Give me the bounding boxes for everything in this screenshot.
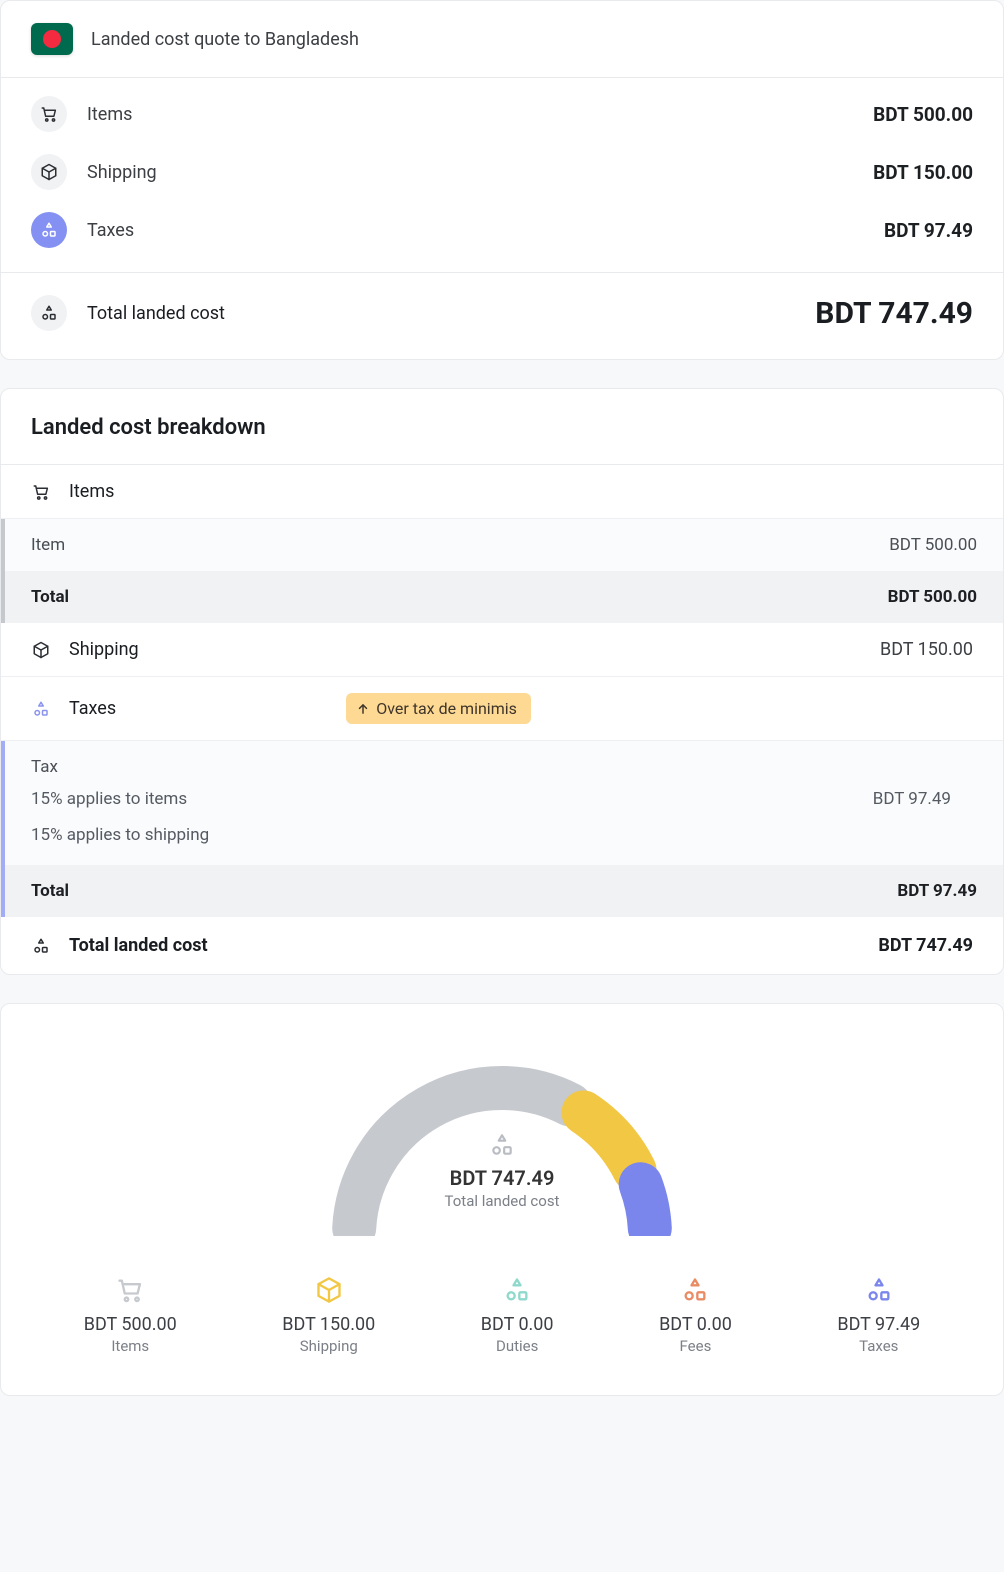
- taxes-total-label: Total: [31, 881, 69, 901]
- tax-line-label: 15% applies to items: [31, 789, 187, 809]
- breakdown-section-items: Items: [1, 465, 1003, 519]
- tax-lines: 15% applies to items BDT 97.49 15% appli…: [5, 781, 1003, 865]
- legend-icon: [315, 1276, 343, 1304]
- items-total-row: Total BDT 500.00: [5, 571, 1003, 623]
- breakdown-title: Landed cost breakdown: [1, 389, 1003, 465]
- gauge-card: BDT 747.49 Total landed cost BDT 500.00 I…: [0, 1003, 1004, 1396]
- summary-value: BDT 150.00: [873, 161, 973, 184]
- item-label: Item: [31, 535, 65, 555]
- legend-label: Fees: [659, 1337, 732, 1355]
- legend-icon: [116, 1276, 144, 1304]
- flag-bangladesh-icon: [31, 23, 73, 55]
- cart-icon: [31, 96, 67, 132]
- arrow-up-icon: [356, 702, 370, 716]
- gauge-legend: BDT 500.00 Items BDT 150.00 Shipping BDT 0.0…: [31, 1276, 973, 1355]
- summary-label: Shipping: [87, 162, 157, 183]
- shapes-icon: [31, 295, 67, 331]
- summary-row-shipping: Shipping BDT 150.00: [31, 154, 973, 190]
- legend-icon: [865, 1276, 893, 1304]
- legend-icon: [503, 1276, 531, 1304]
- legend-icon: [681, 1276, 709, 1304]
- taxes-total-row: Total BDT 97.49: [5, 865, 1003, 917]
- legend-label: Shipping: [282, 1337, 375, 1355]
- breakdown-total-label: Total landed cost: [69, 935, 208, 956]
- legend-value: BDT 0.00: [481, 1314, 554, 1335]
- tax-line-value: BDT 97.49: [873, 789, 977, 809]
- breakdown-total-row: Total landed cost BDT 747.49: [1, 917, 1003, 974]
- over-de-minimis-badge: Over tax de minimis: [346, 693, 531, 724]
- tax-head-row: Tax: [5, 741, 1003, 781]
- gauge-center: BDT 747.49 Total landed cost: [302, 1132, 702, 1210]
- legend-value: BDT 150.00: [282, 1314, 375, 1335]
- summary-header: Landed cost quote to Bangladesh: [1, 1, 1003, 78]
- summary-title: Landed cost quote to Bangladesh: [91, 29, 359, 50]
- legend-value: BDT 0.00: [659, 1314, 732, 1335]
- item-detail-row: Item BDT 500.00: [5, 519, 1003, 571]
- badge-text: Over tax de minimis: [376, 699, 517, 718]
- tax-head-label: Tax: [31, 757, 58, 777]
- item-total-label: Total: [31, 587, 69, 607]
- cart-icon: [31, 482, 51, 502]
- breakdown-section-taxes: Taxes Over tax de minimis: [1, 677, 1003, 741]
- summary-row-taxes: Taxes BDT 97.49: [31, 212, 973, 248]
- gauge-chart: BDT 747.49 Total landed cost: [302, 1036, 702, 1236]
- shipping-value: BDT 150.00: [880, 639, 973, 660]
- legend-value: BDT 97.49: [837, 1314, 920, 1335]
- summary-rows: Items BDT 500.00 Shipping BDT 150.00 Tax…: [1, 78, 1003, 273]
- total-label: Total landed cost: [87, 303, 225, 324]
- legend-label: Duties: [481, 1337, 554, 1355]
- taxes-detail-block: Tax 15% applies to items BDT 97.49 15% a…: [1, 741, 1003, 917]
- item-total-value: BDT 500.00: [888, 587, 977, 607]
- taxes-shapes-icon: [31, 699, 51, 719]
- gauge-center-value: BDT 747.49: [302, 1166, 702, 1190]
- breakdown-card: Landed cost breakdown Items Item BDT 500…: [0, 388, 1004, 975]
- legend-item-taxes: BDT 97.49 Taxes: [837, 1276, 920, 1355]
- summary-row-items: Items BDT 500.00: [31, 96, 973, 132]
- legend-item-duties: BDT 0.00 Duties: [481, 1276, 554, 1355]
- breakdown-total-value: BDT 747.49: [878, 935, 973, 956]
- shapes-icon: [489, 1132, 515, 1158]
- package-icon: [31, 640, 51, 660]
- tax-line-label: 15% applies to shipping: [31, 825, 209, 845]
- section-label: Shipping: [69, 639, 139, 660]
- summary-value: BDT 500.00: [873, 103, 973, 126]
- legend-item-items: BDT 500.00 Items: [84, 1276, 177, 1355]
- section-label: Taxes: [69, 698, 116, 719]
- gauge-center-label: Total landed cost: [302, 1192, 702, 1210]
- section-label: Items: [69, 481, 114, 502]
- legend-item-fees: BDT 0.00 Fees: [659, 1276, 732, 1355]
- legend-item-shipping: BDT 150.00 Shipping: [282, 1276, 375, 1355]
- legend-value: BDT 500.00: [84, 1314, 177, 1335]
- legend-label: Taxes: [837, 1337, 920, 1355]
- summary-card: Landed cost quote to Bangladesh Items BD…: [0, 0, 1004, 360]
- breakdown-section-shipping: Shipping BDT 150.00: [1, 623, 1003, 677]
- items-detail-block: Item BDT 500.00 Total BDT 500.00: [1, 519, 1003, 623]
- total-value: BDT 747.49: [815, 296, 973, 331]
- taxes-icon: [31, 212, 67, 248]
- summary-label: Taxes: [87, 220, 134, 241]
- taxes-total-value: BDT 97.49: [897, 881, 977, 901]
- summary-label: Items: [87, 104, 132, 125]
- summary-value: BDT 97.49: [884, 219, 973, 242]
- shapes-icon: [31, 936, 51, 956]
- item-value: BDT 500.00: [889, 535, 977, 555]
- package-icon: [31, 154, 67, 190]
- summary-total-row: Total landed cost BDT 747.49: [1, 273, 1003, 359]
- legend-label: Items: [84, 1337, 177, 1355]
